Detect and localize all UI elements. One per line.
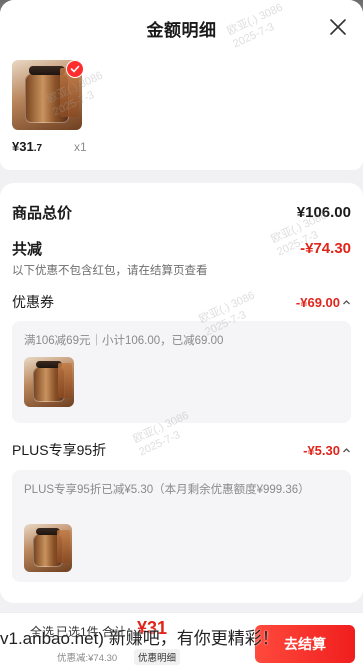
product-price-dec: .7	[33, 143, 43, 154]
bottom-bar: 全选 已选1件 合计： ¥31 优惠减:¥74.30 优惠明细 去结算	[0, 612, 363, 668]
discount-value: -¥74.30	[300, 240, 351, 257]
product-price-int: ¥31	[12, 139, 34, 154]
close-button[interactable]	[327, 16, 349, 38]
discount-detail-link[interactable]: 优惠明细	[134, 649, 181, 665]
checkout-button[interactable]: 去结算	[255, 625, 355, 663]
coupon-label: 优惠券	[12, 294, 54, 310]
plus-detail: PLUS专享95折已减¥5.30（本月剩余优惠额度¥999.36）	[24, 484, 310, 496]
plus-value-wrap[interactable]: -¥5.30	[303, 443, 351, 458]
plus-row[interactable]: PLUS专享95折 -¥5.30	[12, 440, 351, 460]
plus-detail-box: PLUS专享95折已减¥5.30（本月剩余优惠额度¥999.36）	[12, 470, 351, 582]
coupon-value-wrap[interactable]: -¥69.00	[296, 295, 351, 310]
product-quantity: x1	[74, 140, 87, 154]
discount-row: 共减 -¥74.30	[12, 238, 351, 259]
coupon-value: -¥69.00	[295, 294, 340, 310]
coupon-detail-box: 满106减69元｜小计106.00，已减69.00	[12, 321, 351, 423]
product-price: ¥31.7	[12, 139, 42, 154]
close-icon	[330, 19, 346, 35]
coupon-row[interactable]: 优惠券 -¥69.00	[12, 292, 351, 312]
plus-value: -¥5.30	[303, 442, 340, 458]
total-value: ¥106.00	[296, 204, 351, 221]
check-icon	[70, 65, 80, 73]
discount-label: 共减	[12, 241, 43, 258]
product-card: ¥31.7 x1	[0, 52, 363, 170]
discount-note: 以下优惠不包含红包，请在结算页查看	[12, 265, 208, 277]
coupon-product-image	[24, 357, 74, 407]
sheet-title: 金额明细	[146, 20, 217, 40]
plus-label: PLUS专享95折	[12, 442, 107, 458]
chevron-up-icon	[343, 299, 350, 304]
bottom-discount: 优惠减:¥74.30	[57, 653, 118, 664]
select-all[interactable]: 全选	[30, 623, 54, 640]
selected-summary: 已选1件 合计：	[56, 625, 139, 639]
sheet-header: 金额明细	[0, 0, 363, 56]
bottom-total: ¥31	[137, 618, 168, 638]
amount-detail-sheet: 金额明细 ¥31.7 x1 商品总价 ¥106.00 共减 -¥74.30 以下…	[0, 0, 363, 668]
coupon-detail: 满106减69元｜小计106.00，已减69.00	[24, 335, 224, 347]
total-row: 商品总价 ¥106.00	[12, 202, 351, 223]
plus-product-image	[24, 524, 72, 572]
chevron-up-icon	[343, 447, 350, 452]
selected-check-badge	[66, 60, 84, 78]
total-label: 商品总价	[12, 205, 73, 222]
